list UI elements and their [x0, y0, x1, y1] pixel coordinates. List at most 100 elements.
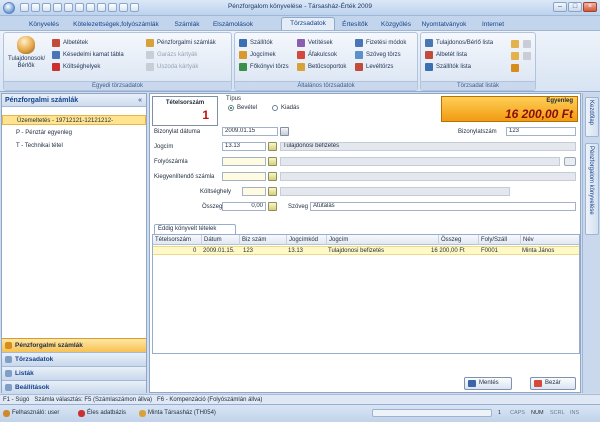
status-bar: Felhasználó: user Éles adatbázis Minta T… [0, 404, 600, 422]
group-label-listak: Törzsadat listák [421, 81, 535, 90]
kiegyenlitendo-field[interactable] [222, 172, 266, 181]
osszeg-calc-button[interactable] [268, 202, 277, 211]
koltseghely-lookup-button[interactable] [268, 187, 277, 196]
date-label: Bizonylat dátuma [154, 129, 201, 135]
tab-internet[interactable]: Internet [475, 19, 511, 30]
status-num: NUM [531, 410, 544, 416]
date-field[interactable]: 2009.01.15 [222, 127, 278, 136]
col-folyszall[interactable]: Foly/Száll [478, 235, 507, 245]
docnum-field[interactable]: 123 [506, 127, 576, 136]
list-extra-icon-1[interactable] [511, 40, 519, 48]
col-jogcimkod[interactable]: Jogcímkód [286, 235, 318, 245]
albetet-lista-button[interactable]: Albetét lista [425, 50, 467, 60]
list-extra-icon-2[interactable] [511, 52, 519, 60]
tab-szamlak[interactable]: Számlák [170, 19, 204, 30]
jogcim-lookup-button[interactable] [268, 142, 277, 151]
cell-nev: Minta János [522, 248, 555, 254]
tab-nyomtatvanyok[interactable]: Nyomtatványok [418, 19, 470, 30]
database-icon [78, 410, 85, 417]
tab-konyveles[interactable]: Könyvelés [24, 19, 64, 30]
koltseghelyek-button[interactable]: Költséghelyek [52, 62, 100, 72]
jogcim-code-field[interactable]: 13.13 [222, 142, 266, 151]
shortcut-hint-bar: F1 - Súgó Számla választás: F5 (Számlasz… [0, 394, 600, 404]
close-window-button[interactable]: × [583, 2, 597, 12]
koltseghely-field[interactable] [242, 187, 266, 196]
grid-tab[interactable]: Eddig könyvelt tételek [154, 224, 236, 234]
account-item-penztar[interactable]: P - Pénztár egyenleg [2, 128, 146, 138]
szoveg-torzs-button[interactable]: Szöveg törzs [355, 50, 401, 60]
title-bar: Pénzforgalom könyvelése - Társasház-Érté… [0, 0, 600, 16]
ribbon: Tulajdonosok/ Bérlők Albetétek Késedelmi… [0, 30, 600, 92]
list-extra-icon-3[interactable] [511, 64, 519, 72]
tab-kozgyules[interactable]: Közgyűlés [378, 19, 414, 30]
calendar-icon[interactable] [280, 127, 289, 136]
osszeg-field[interactable]: 0,00 [222, 202, 266, 211]
kesedelmi-kamat-button[interactable]: Késedelmi kamat tábla [52, 50, 124, 60]
nav-torzsadatok[interactable]: Törzsadatok [2, 352, 146, 366]
folyoszamla-field[interactable] [222, 157, 266, 166]
side-tab-kezdolap[interactable]: Kezdőlap [585, 97, 599, 137]
serial-value: 1 [202, 108, 209, 122]
col-tetelsorszam[interactable]: Tételsorszám [153, 235, 191, 245]
group-listak: Tulajdonos/Bérlő lista Albetét lista Szá… [420, 32, 536, 91]
fokonyvi-torzs-button[interactable]: Főkönyvi törzs [239, 62, 289, 72]
tulajdonos-lista-button[interactable]: Tulajdonos/Bérlő lista [425, 38, 493, 48]
left-panel-header: Pénzforgalmi számlák « [2, 94, 146, 107]
leveltorzs-button[interactable]: Levéltörzs [355, 62, 393, 72]
col-datum[interactable]: Dátum [201, 235, 222, 245]
ledger-icon [239, 63, 247, 71]
list-extra-icon-4[interactable] [523, 40, 531, 48]
penzforgalmi-szamlak-button[interactable]: Pénzforgalmi számlák [146, 38, 216, 48]
betucsoportok-button[interactable]: Betűcsoportok [297, 62, 346, 72]
cell-jogcim: Tulajdonosi befizetés [328, 248, 385, 254]
jogcim-text-field: Tulajdonosi befizetés [280, 142, 576, 151]
col-bizszam[interactable]: Biz szám [239, 235, 266, 245]
tab-ertesitok[interactable]: Értesítők [337, 19, 373, 30]
nav-listak[interactable]: Listák [2, 366, 146, 380]
status-company: Minta Társasház (TH054) [139, 410, 216, 417]
close-button[interactable]: Bezár [530, 377, 576, 390]
side-tab-penzforgalom[interactable]: Pénzforgalom könyvelése [585, 143, 599, 235]
minimize-button[interactable]: – [553, 2, 567, 12]
garazs-kartyak-button[interactable]: Garázs kártyák [146, 50, 197, 60]
tab-torzsadatok[interactable]: Törzsadatok [281, 17, 335, 30]
szallitok-lista-button[interactable]: Szállítók lista [425, 62, 471, 72]
save-icon [468, 380, 476, 387]
jogcimek-button[interactable]: Jogcímek [239, 50, 276, 60]
col-osszeg[interactable]: Összeg [438, 235, 461, 245]
title-code-icon [239, 51, 247, 59]
info-icon[interactable] [564, 157, 576, 166]
albetetek-button[interactable]: Albetétek [52, 38, 88, 48]
maximize-button[interactable]: □ [568, 2, 582, 12]
nav-penzforgalmi-szamlak[interactable]: Pénzforgalmi számlák [2, 338, 146, 352]
right-sidebar: Kezdőlap Pénzforgalom könyvelése [582, 93, 600, 393]
account-item-technikai[interactable]: T - Technikai tétel [2, 141, 146, 151]
tab-kotelezettsegek[interactable]: Kötelezettségek,folyószámlák [66, 19, 166, 30]
szoveg-field[interactable]: Átutalás [310, 202, 576, 211]
status-caps: CAPS [510, 410, 525, 416]
type-bevetel-radio[interactable] [228, 105, 234, 111]
szallitok-button[interactable]: Szállítók [239, 38, 273, 48]
table-row[interactable]: 0 2009.01.15. 123 13.13 Tulajdonosi befi… [153, 246, 579, 255]
fizetesi-modok-button[interactable]: Fizetési módok [355, 38, 406, 48]
booked-items-grid: Tételsorszám Dátum Biz szám Jogcímkód Jo… [152, 234, 580, 354]
nav-beallitasok[interactable]: Beállítások [2, 380, 146, 394]
afakulcsok-button[interactable]: Áfakulcsok [297, 50, 337, 60]
kiegyenlitendo-lookup-button[interactable] [268, 172, 277, 181]
save-button[interactable]: Mentés [464, 377, 512, 390]
vetitesek-button[interactable]: Vetítések [297, 38, 333, 48]
col-jogcim[interactable]: Jogcím [326, 235, 348, 245]
cell-folyszall: F0001 [481, 248, 499, 254]
folyoszamla-lookup-button[interactable] [268, 157, 277, 166]
status-scrl: SCRL [550, 410, 565, 416]
type-kiadas-radio[interactable] [272, 105, 278, 111]
uszoda-kartyak-button[interactable]: Uszoda kártyák [146, 62, 198, 72]
account-item-uzemeltetes[interactable]: Üzemeltetés - 19712121-12121212- [2, 115, 146, 125]
col-nev[interactable]: Név [520, 235, 534, 245]
owner-list-icon [425, 39, 433, 47]
collapse-panel-button[interactable]: « [138, 94, 142, 107]
list-extra-icon-5[interactable] [523, 52, 531, 60]
tulajdonosok-berlok-button[interactable]: Tulajdonosok/ Bérlők [8, 36, 45, 70]
tab-elszamolasok[interactable]: Elszámolások [208, 19, 258, 30]
unit-list-icon [425, 51, 433, 59]
